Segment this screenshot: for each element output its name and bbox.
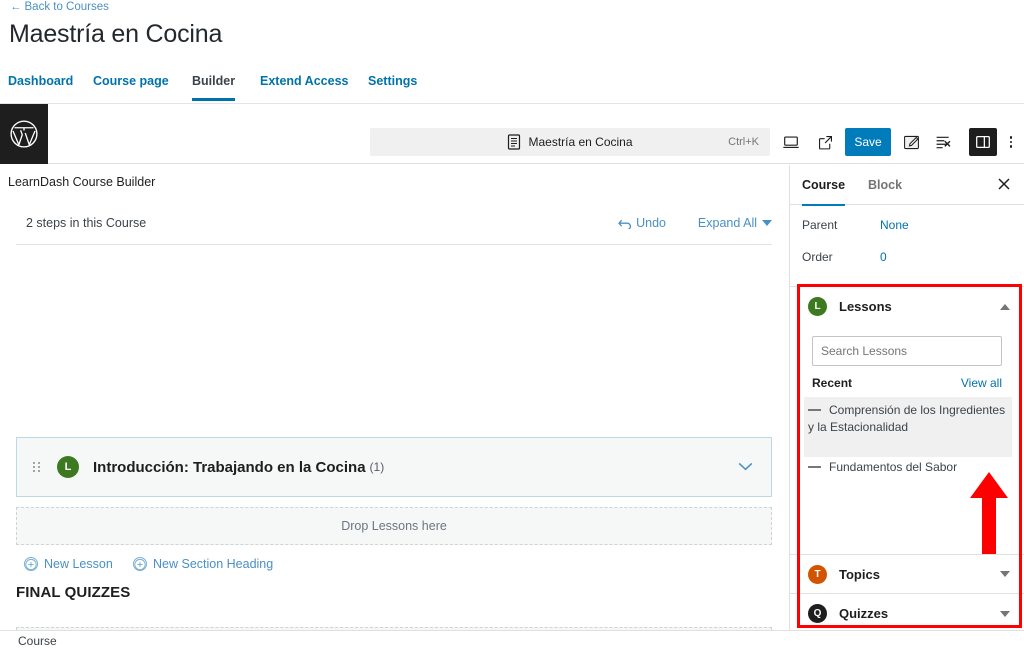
course-section-row[interactable]: L Introducción: Trabajando en la Cocina … — [16, 437, 772, 497]
new-section-heading-button[interactable]: New Section Heading — [133, 557, 273, 571]
close-icon[interactable] — [996, 176, 1014, 194]
new-lesson-button[interactable]: New Lesson — [24, 557, 113, 571]
block-inserter-icon[interactable] — [931, 128, 955, 156]
drag-handle-icon[interactable] — [33, 462, 43, 472]
settings-sidebar-icon[interactable] — [969, 128, 997, 156]
save-button[interactable]: Save — [845, 128, 891, 156]
breadcrumb: Course — [18, 634, 57, 648]
tab-block[interactable]: Block — [868, 165, 902, 205]
lesson-badge-icon: L — [57, 456, 79, 478]
undo-arrow-icon — [618, 219, 632, 229]
quizzes-badge-icon: Q — [808, 604, 827, 623]
status-bar: Course — [0, 630, 1024, 650]
sidebar-tabs: Course Block — [790, 165, 1024, 206]
expand-all-label: Expand All — [697, 216, 757, 230]
lesson-title: Comprensión de los Ingredientes y la Est… — [808, 403, 1006, 434]
list-item[interactable]: Comprensión de los Ingredientes y la Est… — [804, 397, 1012, 457]
builder-toolbar-row: 2 steps in this Course Undo Expand All — [16, 213, 772, 245]
back-to-courses-label: Back to Courses — [24, 1, 109, 13]
panel-lessons-title: Lessons — [839, 299, 892, 314]
section-title: Introducción: Trabajando en la Cocina — [93, 458, 366, 476]
document-title-bar[interactable]: Maestría en Cocina Ctrl+K — [370, 128, 770, 156]
recent-label: Recent — [812, 376, 853, 390]
tab-course-page[interactable]: Course page — [93, 68, 169, 94]
document-icon — [507, 134, 521, 150]
tab-extend-access[interactable]: Extend Access — [260, 68, 348, 94]
new-lesson-label: New Lesson — [44, 557, 113, 571]
plus-circle-icon — [24, 557, 38, 571]
undo-label: Undo — [636, 216, 666, 230]
course-builder-canvas: LearnDash Course Builder 2 steps in this… — [0, 165, 790, 630]
list-dash-icon — [808, 409, 821, 411]
field-order-label: Order — [802, 250, 833, 264]
panel-quizzes-title: Quizzes — [839, 606, 889, 621]
edit-pencil-icon[interactable] — [899, 128, 923, 156]
field-order-value[interactable]: 0 — [880, 250, 887, 264]
field-parent: Parent None — [790, 209, 1024, 241]
tab-dashboard[interactable]: Dashboard — [8, 68, 73, 94]
wordpress-logo-icon[interactable] — [0, 104, 48, 164]
builder-heading: LearnDash Course Builder — [8, 175, 156, 189]
chevron-down-icon — [762, 220, 772, 226]
editor-toolbar: Maestría en Cocina Ctrl+K Save — [0, 104, 1024, 164]
view-all-link[interactable]: View all — [961, 376, 1002, 390]
expand-all-button[interactable]: Expand All — [698, 216, 772, 230]
section-collapse-chevron-icon[interactable] — [738, 458, 753, 476]
search-lessons-input[interactable] — [812, 336, 1002, 366]
page-title: Maestría en Cocina — [9, 20, 223, 48]
undo-button[interactable]: Undo — [618, 216, 666, 230]
steps-count-label: 2 steps in this Course — [26, 216, 147, 230]
command-shortcut-label: Ctrl+K — [728, 136, 759, 148]
chevron-down-icon — [1000, 610, 1010, 617]
panel-header-topics[interactable]: T Topics — [790, 554, 1024, 594]
chevron-up-icon — [1000, 303, 1010, 310]
list-dash-icon — [808, 466, 821, 468]
external-link-preview-icon[interactable] — [813, 128, 837, 156]
panel-topics-title: Topics — [839, 566, 880, 582]
section-item-count: (1) — [369, 460, 385, 474]
lesson-title: Fundamentos del Sabor — [829, 460, 958, 474]
desktop-view-icon[interactable] — [779, 128, 803, 156]
tab-course[interactable]: Course — [802, 165, 846, 206]
plus-circle-icon — [133, 557, 147, 571]
new-section-heading-label: New Section Heading — [153, 557, 274, 571]
field-parent-label: Parent — [802, 218, 838, 232]
document-title: Maestría en Cocina — [528, 135, 633, 149]
drop-lessons-zone[interactable]: Drop Lessons here — [16, 507, 772, 545]
back-arrow-icon: ← — [10, 1, 22, 13]
list-item[interactable]: Fundamentos del Sabor — [804, 459, 1012, 481]
field-parent-value[interactable]: None — [880, 218, 909, 232]
course-header: ← Back to Courses Maestría en Cocina Dash… — [0, 0, 1024, 104]
tab-settings[interactable]: Settings — [368, 68, 417, 94]
settings-sidebar: Course Block Parent None Order 0 L Lesso… — [790, 165, 1024, 630]
final-quizzes-heading: FINAL QUIZZES — [16, 584, 131, 601]
chevron-down-icon — [1000, 571, 1010, 577]
course-nav-tabs: Dashboard Course page Builder Extend Acc… — [0, 68, 1024, 104]
field-order: Order 0 — [790, 241, 1024, 273]
tab-builder[interactable]: Builder — [192, 68, 236, 101]
back-to-courses-link[interactable]: ← Back to Courses — [10, 0, 109, 14]
lessons-panel-body: Recent View all Comprensión de los Ingre… — [790, 326, 1024, 605]
lessons-badge-icon: L — [808, 297, 827, 316]
more-options-icon[interactable] — [1004, 128, 1018, 156]
topics-badge-icon: T — [808, 564, 827, 584]
panel-header-lessons[interactable]: L Lessons — [790, 286, 1024, 326]
panel-header-quizzes[interactable]: Q Quizzes — [790, 594, 1024, 630]
